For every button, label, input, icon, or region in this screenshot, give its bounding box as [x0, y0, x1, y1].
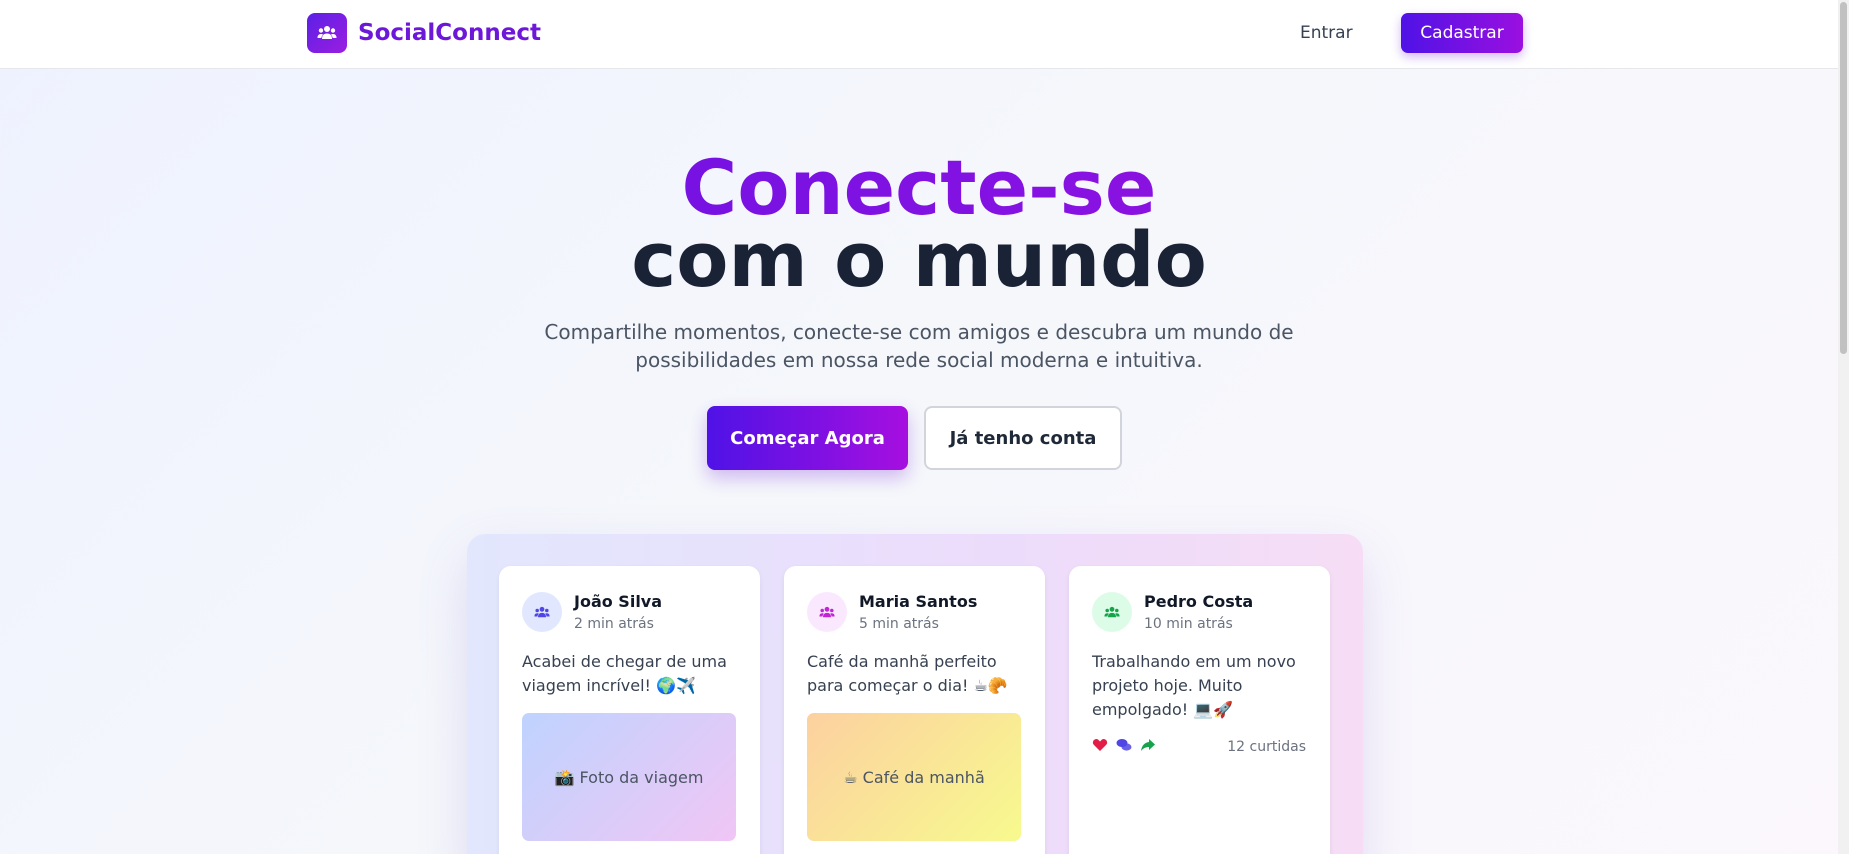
- post-author[interactable]: Pedro Costa: [1144, 592, 1253, 612]
- login-link[interactable]: Entrar: [1300, 21, 1353, 45]
- avatar: [807, 592, 847, 632]
- post-text: Acabei de chegar de uma viagem incrível!…: [522, 652, 727, 695]
- post-actions: [1092, 737, 1156, 753]
- users-icon: [534, 606, 550, 617]
- scrollbar-thumb[interactable]: [1840, 2, 1847, 354]
- logo-users-icon[interactable]: [307, 13, 347, 53]
- post-time: 10 min atrás: [1144, 616, 1233, 632]
- users-icon: [1104, 606, 1120, 617]
- post-time: 5 min atrás: [859, 616, 939, 632]
- post-card: Maria Santos 5 min atrás Café da manhã p…: [784, 566, 1045, 854]
- top-navbar: SocialConnect Entrar Cadastrar: [0, 0, 1838, 69]
- post-time: 2 min atrás: [574, 616, 654, 632]
- post-author[interactable]: Maria Santos: [859, 592, 977, 612]
- post-author[interactable]: João Silva: [574, 592, 662, 612]
- share-icon[interactable]: [1140, 737, 1156, 753]
- feed-preview: João Silva 2 min atrás Acabei de chegar …: [467, 534, 1363, 854]
- post-text: Café da manhã perfeito para começar o di…: [807, 652, 1008, 695]
- hero-subtitle-line: possibilidades em nossa rede social mode…: [635, 348, 1203, 372]
- users-icon: [317, 26, 337, 39]
- post-card: João Silva 2 min atrás Acabei de chegar …: [499, 566, 760, 854]
- post-text: Trabalhando em um novo projeto hoje. Mui…: [1092, 652, 1296, 719]
- heart-icon[interactable]: [1092, 737, 1108, 753]
- avatar: [1092, 592, 1132, 632]
- avatar: [522, 592, 562, 632]
- comments-icon[interactable]: [1116, 737, 1132, 753]
- likes-count: 12 curtidas: [1227, 739, 1306, 755]
- hero-subtitle: Compartilhe momentos, conecte-se com ami…: [519, 318, 1319, 374]
- signup-button[interactable]: Cadastrar: [1401, 13, 1523, 53]
- have-account-button[interactable]: Já tenho conta: [924, 406, 1122, 470]
- post-card: Pedro Costa 10 min atrás Trabalhando em …: [1069, 566, 1330, 854]
- hero-title: com o mundo: [631, 215, 1207, 304]
- post-media[interactable]: 📸 Foto da viagem: [522, 713, 736, 841]
- post-media[interactable]: ☕ Café da manhã: [807, 713, 1021, 841]
- brand-name[interactable]: SocialConnect: [358, 18, 541, 48]
- start-now-button[interactable]: Começar Agora: [707, 406, 908, 470]
- hero-subtitle-line: Compartilhe momentos, conecte-se com ami…: [544, 320, 1294, 344]
- users-icon: [819, 606, 835, 617]
- page-scrollbar[interactable]: [1838, 0, 1849, 854]
